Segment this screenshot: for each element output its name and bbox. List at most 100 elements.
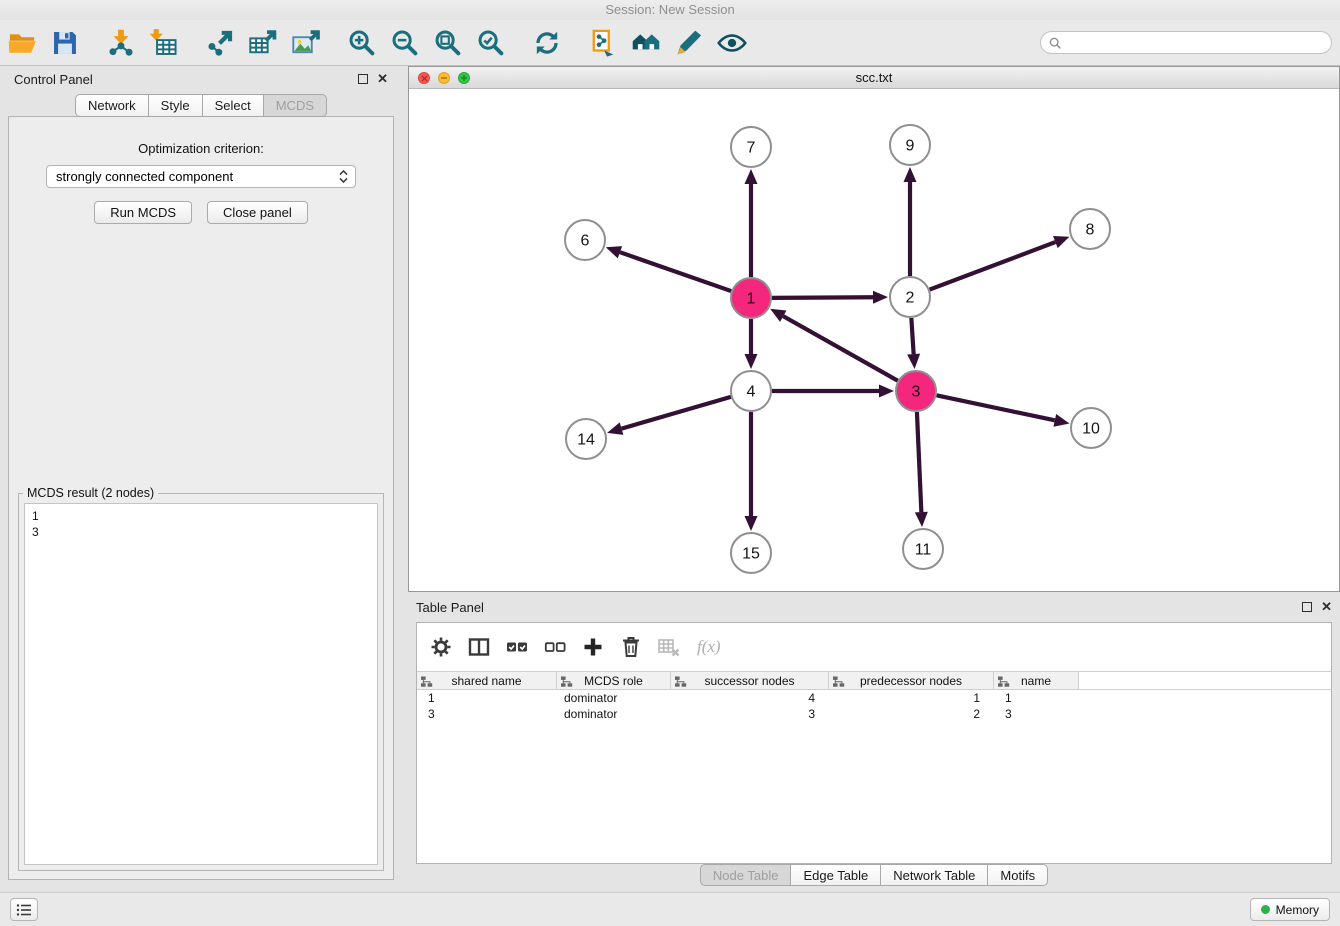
window-zoom-icon[interactable] — [458, 72, 470, 84]
add-column-icon[interactable] — [579, 633, 607, 661]
tab-node-table[interactable]: Node Table — [700, 864, 792, 886]
table-cell: 2 — [829, 706, 994, 722]
first-neighbors-icon[interactable] — [629, 26, 663, 60]
network-edge-1-7[interactable] — [745, 169, 758, 277]
criterion-dropdown[interactable]: strongly connected component — [46, 165, 356, 188]
network-edge-1-4[interactable] — [745, 319, 758, 369]
network-canvas[interactable]: 7 9 6 8 1 2 4 3 14 10 15 11 — [409, 89, 1339, 591]
network-edge-3-11[interactable] — [915, 412, 928, 527]
network-edge-1-2[interactable] — [772, 291, 888, 304]
status-menu-button[interactable] — [10, 898, 38, 921]
float-panel-icon[interactable] — [358, 74, 368, 84]
apply-preferred-layout-icon[interactable] — [530, 26, 564, 60]
column-header-shared-name[interactable]: shared name — [417, 672, 557, 689]
control-panel-title: Control Panel — [14, 72, 93, 87]
app-window: Session: New Session Control Panel ✕ Net… — [0, 0, 1340, 926]
network-edge-2-3[interactable] — [907, 318, 920, 369]
window-minimize-icon[interactable] — [438, 72, 450, 84]
table-rows: 1dominator4113dominator323 — [417, 690, 1331, 722]
tab-motifs[interactable]: Motifs — [988, 864, 1048, 886]
tab-select[interactable]: Select — [203, 94, 264, 117]
search-box[interactable] — [1040, 31, 1332, 54]
save-session-icon[interactable] — [48, 26, 82, 60]
network-edge-4-15[interactable] — [745, 412, 758, 531]
svg-text:15: 15 — [742, 546, 760, 563]
mcds-result-item[interactable]: 1 — [32, 508, 370, 524]
window-close-icon[interactable] — [418, 72, 430, 84]
tab-style[interactable]: Style — [149, 94, 203, 117]
toolbar-separator — [190, 26, 203, 60]
network-node-14[interactable]: 14 — [566, 419, 606, 459]
network-node-10[interactable]: 10 — [1071, 408, 1111, 448]
network-node-8[interactable]: 8 — [1070, 209, 1110, 249]
import-table-from-file-icon[interactable] — [147, 26, 181, 60]
network-node-11[interactable]: 11 — [903, 529, 943, 569]
column-header-predecessor-nodes[interactable]: predecessor nodes — [829, 672, 994, 689]
network-node-2[interactable]: 2 — [890, 277, 930, 317]
table-toolbar: f(x) — [417, 623, 1331, 671]
network-edge-1-6[interactable] — [606, 246, 731, 291]
select-all-rows-icon[interactable] — [503, 633, 531, 661]
clone-network-icon[interactable] — [586, 26, 620, 60]
column-header-successor-nodes[interactable]: successor nodes — [671, 672, 829, 689]
mcds-result-item[interactable]: 3 — [32, 524, 370, 540]
svg-text:4: 4 — [747, 384, 756, 401]
tab-edge-table[interactable]: Edge Table — [791, 864, 881, 886]
network-node-7[interactable]: 7 — [731, 127, 771, 167]
split-column-icon[interactable] — [465, 633, 493, 661]
zoom-out-icon[interactable] — [388, 26, 422, 60]
network-edge-3-1[interactable] — [770, 309, 898, 381]
search-input[interactable] — [1065, 36, 1323, 50]
network-node-15[interactable]: 15 — [731, 533, 771, 573]
toolbar-separator — [573, 26, 586, 60]
svg-text:2: 2 — [906, 290, 915, 307]
table-row[interactable]: 1dominator411 — [417, 690, 1331, 706]
network-node-1[interactable]: 1 — [731, 278, 771, 318]
control-panel: Control Panel ✕ NetworkStyleSelectMCDS O… — [8, 66, 394, 880]
mcds-result-list[interactable]: 13 — [24, 503, 378, 865]
table-header-row: shared nameMCDS rolesuccessor nodesprede… — [417, 671, 1331, 690]
network-edge-4-3[interactable] — [772, 385, 894, 398]
zoom-selected-icon[interactable] — [474, 26, 508, 60]
table-row[interactable]: 3dominator323 — [417, 706, 1331, 722]
delete-table-icon — [655, 633, 683, 661]
network-node-6[interactable]: 6 — [565, 220, 605, 260]
tab-network[interactable]: Network — [75, 94, 149, 117]
table-settings-icon[interactable] — [427, 633, 455, 661]
close-panel-icon[interactable]: ✕ — [377, 74, 388, 84]
apply-style-icon[interactable] — [672, 26, 706, 60]
network-edge-3-10[interactable] — [937, 395, 1070, 426]
network-edge-4-14[interactable] — [607, 397, 731, 435]
network-node-4[interactable]: 4 — [731, 371, 771, 411]
network-window-titlebar[interactable]: scc.txt — [409, 67, 1339, 89]
network-node-9[interactable]: 9 — [890, 125, 930, 165]
float-table-panel-icon[interactable] — [1302, 602, 1312, 612]
close-table-panel-icon[interactable]: ✕ — [1321, 602, 1332, 612]
column-header-MCDS-role[interactable]: MCDS role — [557, 672, 671, 689]
close-mcds-panel-button[interactable]: Close panel — [207, 201, 308, 224]
zoom-fit-icon[interactable] — [431, 26, 465, 60]
show-graphics-details-icon[interactable] — [715, 26, 749, 60]
svg-text:9: 9 — [906, 138, 915, 155]
delete-columns-icon[interactable] — [617, 633, 645, 661]
export-image-icon[interactable] — [289, 26, 323, 60]
memory-button[interactable]: Memory — [1250, 898, 1330, 921]
zoom-in-icon[interactable] — [345, 26, 379, 60]
export-table-icon[interactable] — [246, 26, 280, 60]
network-node-3[interactable]: 3 — [896, 371, 936, 411]
tab-network-table[interactable]: Network Table — [881, 864, 988, 886]
column-header-name[interactable]: name — [994, 672, 1079, 689]
memory-status-icon — [1261, 905, 1270, 914]
window-title: Session: New Session — [605, 2, 734, 17]
open-file-icon[interactable] — [5, 26, 39, 60]
tab-mcds[interactable]: MCDS — [264, 94, 327, 117]
export-network-icon[interactable] — [203, 26, 237, 60]
import-network-from-file-icon[interactable] — [104, 26, 138, 60]
network-edge-2-8[interactable] — [930, 236, 1070, 290]
mcds-result-title: MCDS result (2 nodes) — [23, 486, 158, 500]
mcds-panel: Optimization criterion: strongly connect… — [8, 116, 394, 880]
run-mcds-button[interactable]: Run MCDS — [94, 201, 192, 224]
network-edge-2-9[interactable] — [904, 167, 917, 276]
toolbar-separator — [332, 26, 345, 60]
unselect-all-rows-icon[interactable] — [541, 633, 569, 661]
